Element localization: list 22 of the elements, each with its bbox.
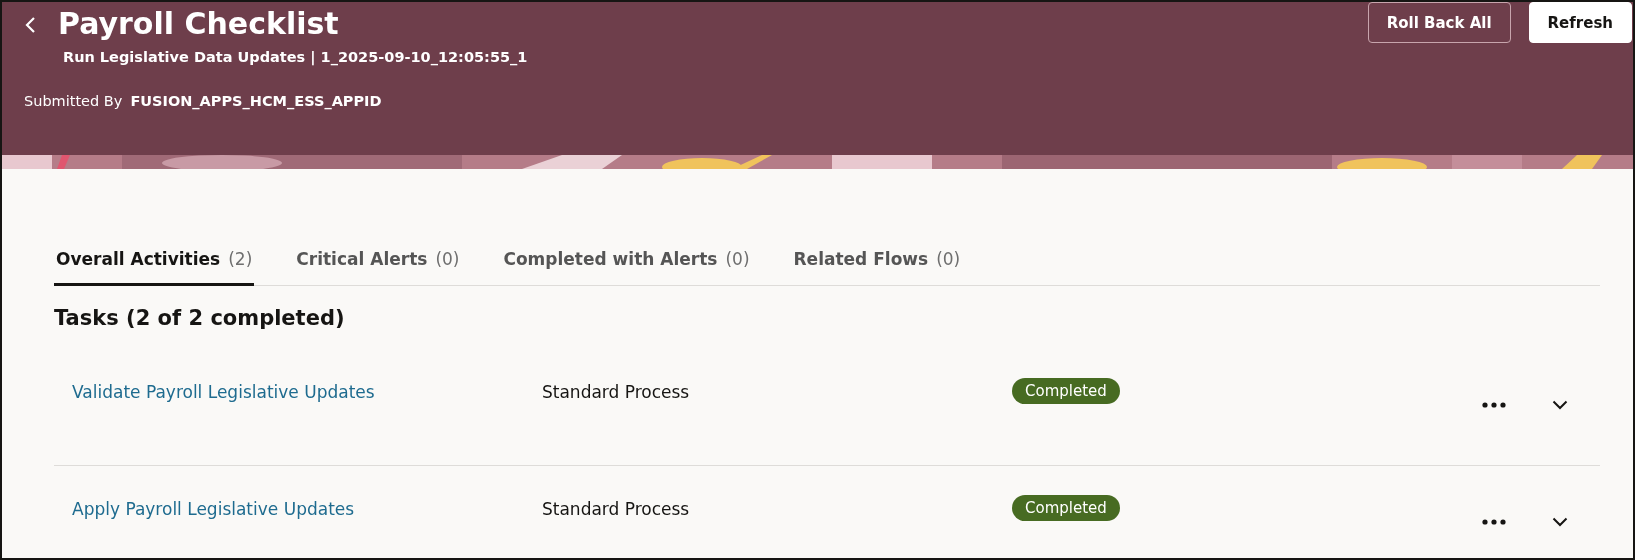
process-type: Standard Process	[542, 499, 690, 519]
section-heading: Tasks (2 of 2 completed)	[54, 306, 346, 330]
header-button[interactable]: Roll Back All	[1367, 2, 1511, 43]
chevron-down-icon[interactable]	[1552, 517, 1568, 527]
task-link[interactable]: Apply Payroll Legislative Updates	[72, 499, 355, 519]
submitted-value: FUSION_APPS_HCM_ESS_APPID	[130, 93, 382, 109]
process-type: Standard Process	[542, 382, 690, 402]
task-link[interactable]: Validate Payroll Legislative Updates	[72, 382, 375, 402]
page-subtitle: Run Legislative Data Updates | 1_2025-09-10_12:05:55_1	[63, 49, 528, 65]
more-icon[interactable]	[1482, 519, 1506, 525]
tab[interactable]: Overall Activities (2)	[54, 249, 255, 286]
tab[interactable]: Related Flows (0)	[791, 249, 963, 286]
status-badge: Completed	[1012, 495, 1120, 521]
more-icon[interactable]	[1482, 402, 1506, 408]
tab[interactable]: Completed with Alerts (0)	[501, 249, 752, 286]
submitted-label: Submitted By	[24, 93, 123, 109]
status-badge: Completed	[1012, 378, 1120, 404]
back-icon[interactable]	[24, 16, 36, 34]
page-title: Payroll Checklist	[58, 6, 339, 42]
tab[interactable]: Critical Alerts (0)	[294, 249, 462, 286]
chevron-down-icon[interactable]	[1552, 400, 1568, 410]
header-button[interactable]: Refresh	[1528, 2, 1632, 43]
